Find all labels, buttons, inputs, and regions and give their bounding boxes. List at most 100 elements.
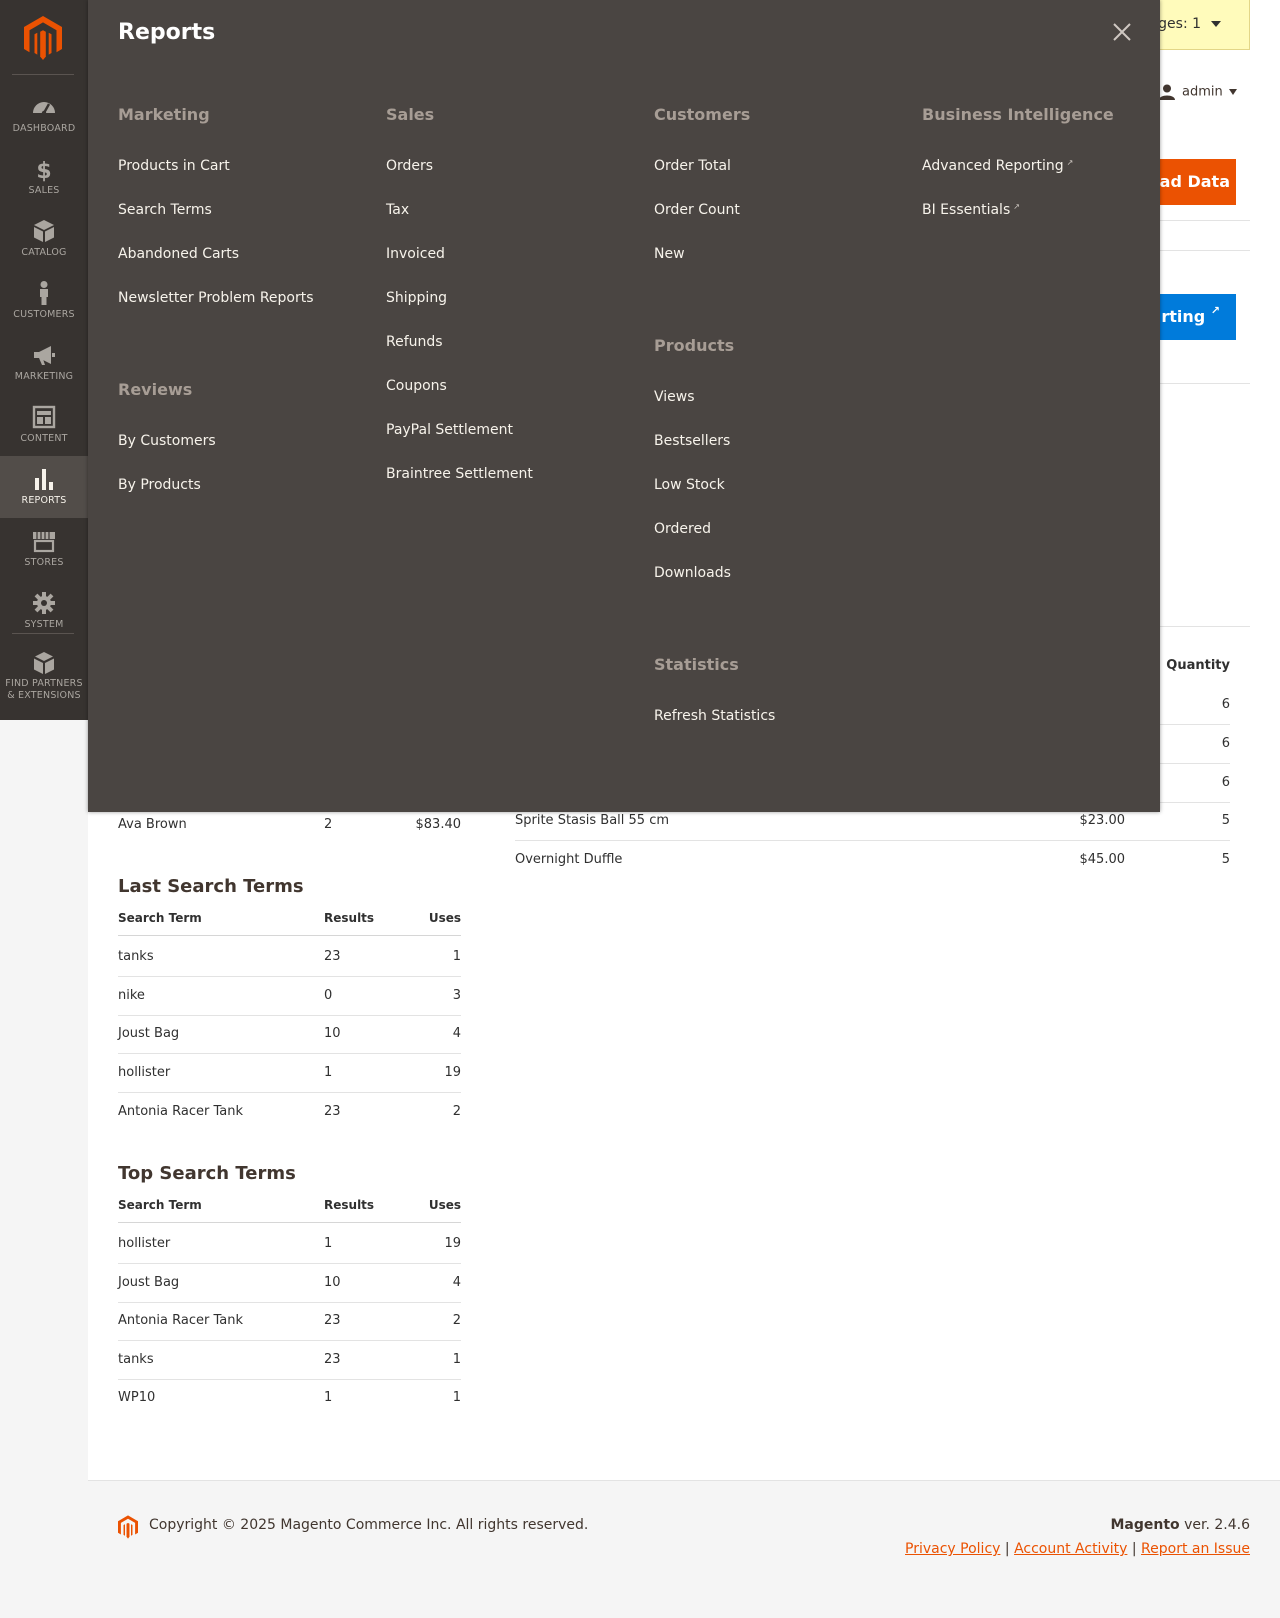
version-number: ver. 2.4.6 xyxy=(1179,1517,1250,1533)
top-search-terms-header: Search Term Results Uses xyxy=(118,1187,461,1223)
menu-item-refresh-statistics[interactable]: Refresh Statistics xyxy=(654,708,775,724)
search-uses: 19 xyxy=(444,1065,461,1080)
menu-item-braintree-settlement[interactable]: Braintree Settlement xyxy=(386,466,533,482)
report-an-issue-link[interactable]: Report an Issue xyxy=(1141,1541,1250,1557)
menu-item-by-customers[interactable]: By Customers xyxy=(118,433,216,449)
sidebar-item-label: STORES xyxy=(24,557,64,568)
menu-item-orders[interactable]: Orders xyxy=(386,158,433,174)
search-uses: 4 xyxy=(452,1275,461,1290)
sidebar-item-label-line2: & EXTENSIONS xyxy=(7,690,81,701)
link-separator: | xyxy=(1004,1541,1010,1557)
menu-item-ordered[interactable]: Ordered xyxy=(654,521,711,537)
table-row[interactable]: hollister 1 19 xyxy=(118,1225,461,1264)
magento-logo-icon xyxy=(118,1515,138,1539)
column-header-uses: Uses xyxy=(428,911,461,925)
chevron-down-icon xyxy=(1211,21,1222,27)
menu-item-order-count[interactable]: Order Count xyxy=(654,202,740,218)
menu-item-bi-essentials[interactable]: BI Essentials ↗ xyxy=(922,202,1020,218)
sidebar-item-label: SYSTEM xyxy=(24,619,64,630)
menu-item-coupons[interactable]: Coupons xyxy=(386,378,447,394)
sidebar-item-label: REPORTS xyxy=(21,495,67,506)
sidebar-item-content[interactable]: CONTENT xyxy=(0,394,88,456)
table-row[interactable]: Antonia Racer Tank 23 2 xyxy=(118,1302,461,1341)
account-activity-link[interactable]: Account Activity xyxy=(1014,1541,1127,1557)
sidebar-item-dashboard[interactable]: DASHBOARD xyxy=(0,84,88,146)
dollar-icon: $ xyxy=(36,159,51,182)
sidebar-item-label: SALES xyxy=(28,185,60,196)
menu-heading-business-intelligence: Business Intelligence xyxy=(922,105,1114,124)
divider xyxy=(1160,626,1250,627)
quantity-cell: 6 xyxy=(1160,686,1230,725)
divider xyxy=(1160,383,1250,384)
user-account-menu[interactable]: admin xyxy=(1158,84,1237,100)
sidebar-item-reports[interactable]: REPORTS xyxy=(0,456,88,518)
menu-item-bestsellers[interactable]: Bestsellers xyxy=(654,433,730,449)
menu-heading-sales: Sales xyxy=(386,105,435,124)
close-button[interactable] xyxy=(1110,20,1134,44)
search-term: Antonia Racer Tank xyxy=(118,1104,243,1119)
table-row[interactable]: nike 0 3 xyxy=(118,977,461,1016)
footer-links: Privacy Policy | Account Activity | Repo… xyxy=(905,1541,1250,1557)
privacy-policy-link[interactable]: Privacy Policy xyxy=(905,1541,1000,1557)
table-row[interactable]: Joust Bag 10 4 xyxy=(118,1264,461,1303)
menu-item-paypal-settlement[interactable]: PayPal Settlement xyxy=(386,422,513,438)
table-row[interactable]: WP10 1 1 xyxy=(118,1379,461,1418)
column-header-results: Results xyxy=(324,911,375,925)
search-results: 10 xyxy=(324,1026,341,1041)
sidebar-item-label: CUSTOMERS xyxy=(13,309,75,320)
username: admin xyxy=(1182,84,1223,100)
menu-item-newsletter-problem-reports[interactable]: Newsletter Problem Reports xyxy=(118,290,314,306)
menu-item-shipping[interactable]: Shipping xyxy=(386,290,447,306)
menu-item-search-terms[interactable]: Search Terms xyxy=(118,202,212,218)
sidebar-item-label: FIND PARTNERS & EXTENSIONS xyxy=(0,678,88,702)
table-row[interactable]: Overnight Duffle $45.00 5 xyxy=(515,841,1230,880)
magento-logo-icon[interactable] xyxy=(24,16,62,60)
menu-item-abandoned-carts[interactable]: Abandoned Carts xyxy=(118,246,239,262)
table-row[interactable]: Joust Bag 10 4 xyxy=(118,1015,461,1054)
menu-item-advanced-reporting[interactable]: Advanced Reporting ↗ xyxy=(922,158,1073,174)
search-results: 23 xyxy=(324,1352,341,1367)
sidebar-item-sales[interactable]: $ SALES xyxy=(0,146,88,208)
last-search-terms-title: Last Search Terms xyxy=(118,876,304,897)
menu-item-order-total[interactable]: Order Total xyxy=(654,158,731,174)
menu-item-downloads[interactable]: Downloads xyxy=(654,565,731,581)
table-row[interactable]: tanks 23 1 xyxy=(118,938,461,977)
menu-heading-marketing: Marketing xyxy=(118,105,210,124)
table-row[interactable]: hollister 1 19 xyxy=(118,1054,461,1093)
sidebar-item-stores[interactable]: STORES xyxy=(0,518,88,580)
search-results: 1 xyxy=(324,1390,333,1405)
last-search-terms-header: Search Term Results Uses xyxy=(118,900,461,936)
search-results: 10 xyxy=(324,1275,341,1290)
search-uses: 4 xyxy=(452,1026,461,1041)
close-icon xyxy=(1113,23,1131,41)
external-link-icon: ↗ xyxy=(1210,304,1220,317)
quantity-cell: 6 xyxy=(1160,764,1230,803)
sidebar-item-find-partners[interactable]: FIND PARTNERS & EXTENSIONS xyxy=(0,640,88,704)
menu-item-views[interactable]: Views xyxy=(654,389,695,405)
search-uses: 1 xyxy=(452,949,461,964)
sidebar-item-customers[interactable]: CUSTOMERS xyxy=(0,270,88,332)
table-row[interactable]: Antonia Racer Tank 23 2 xyxy=(118,1093,461,1132)
link-separator: | xyxy=(1131,1541,1137,1557)
menu-item-invoiced[interactable]: Invoiced xyxy=(386,246,445,262)
person-icon xyxy=(40,281,48,305)
sidebar-item-catalog[interactable]: CATALOG xyxy=(0,208,88,270)
sidebar-item-marketing[interactable]: MARKETING xyxy=(0,332,88,394)
table-row[interactable]: tanks 23 1 xyxy=(118,1341,461,1380)
sidebar-item-label: MARKETING xyxy=(14,371,74,382)
menu-item-low-stock[interactable]: Low Stock xyxy=(654,477,725,493)
column-header-uses: Uses xyxy=(428,1198,461,1212)
dashboard-icon xyxy=(33,102,55,116)
box-icon xyxy=(34,220,54,242)
advanced-reporting-label: rting xyxy=(1161,307,1206,326)
menu-item-tax[interactable]: Tax xyxy=(386,202,409,218)
menu-item-by-products[interactable]: By Products xyxy=(118,477,201,493)
menu-item-products-in-cart[interactable]: Products in Cart xyxy=(118,158,230,174)
search-uses: 1 xyxy=(452,1390,461,1405)
copyright-text: Copyright © 2025 Magento Commerce Inc. A… xyxy=(149,1517,589,1533)
storefront-icon xyxy=(33,532,55,553)
column-header-search-term: Search Term xyxy=(118,911,202,925)
menu-item-new[interactable]: New xyxy=(654,246,685,262)
search-term: Joust Bag xyxy=(118,1026,180,1041)
menu-item-refunds[interactable]: Refunds xyxy=(386,334,443,350)
